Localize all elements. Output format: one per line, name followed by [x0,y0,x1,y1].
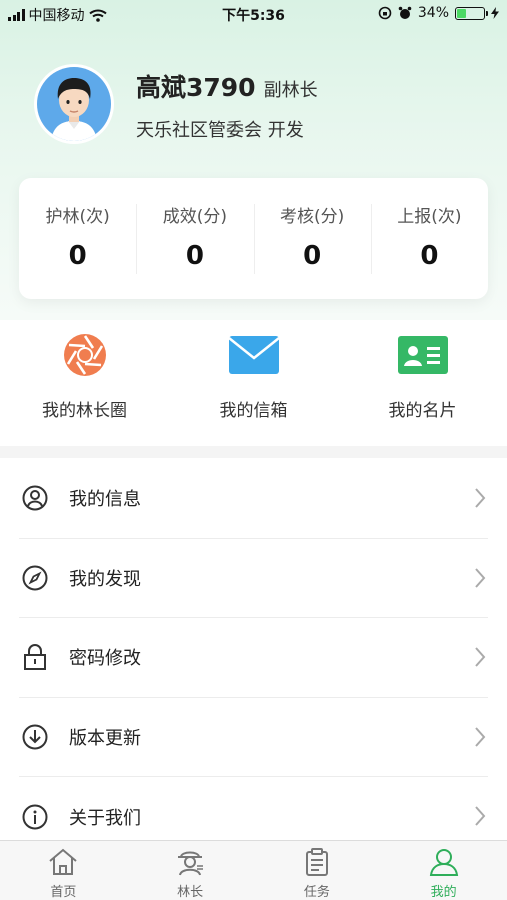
avatar[interactable] [34,64,114,144]
stat-value: 0 [68,241,87,271]
stat-value: 0 [420,241,439,271]
home-icon [49,848,78,875]
shortcut-label: 我的信箱 [219,401,288,421]
status-right: 34% [378,5,499,21]
person-icon [429,849,458,876]
bottom-tab-bar: 首页 林长 任务 我的 [0,840,507,900]
chevron-right-icon [475,647,486,667]
aperture-icon [59,330,111,380]
stat-patrol[interactable]: 护林(次) 0 [19,178,136,299]
tab-mine[interactable]: 我的 [380,841,507,900]
stat-label: 成效(分) [162,207,227,227]
alarm-icon [398,6,412,19]
settings-menu: 我的信息 我的发现 密码修改 版本更新 关于我们 [0,459,507,857]
shortcut-ranger-circle[interactable]: 我的林长圈 [0,330,169,440]
user-name: 高斌3790 [136,73,256,102]
info-icon [21,803,49,831]
chevron-right-icon [475,567,486,588]
menu-label: 我的发现 [69,568,141,590]
stat-effect[interactable]: 成效(分) 0 [136,178,253,299]
section-divider [0,446,507,458]
stat-report[interactable]: 上报(次) 0 [370,178,488,299]
ranger-icon [178,851,204,876]
stats-card: 护林(次) 0 成效(分) 0 考核(分) 0 上报(次) 0 [19,178,488,299]
user-role: 副林长 [263,80,318,101]
stat-label: 上报(次) [397,207,462,227]
rotation-lock-icon [378,6,392,20]
tab-label: 林长 [177,885,204,900]
tab-home[interactable]: 首页 [0,841,127,900]
mail-icon [228,330,280,380]
lock-icon [21,643,49,671]
menu-change-password[interactable]: 密码修改 [19,618,488,698]
menu-my-discovery[interactable]: 我的发现 [19,539,488,618]
shortcut-mailbox[interactable]: 我的信箱 [169,330,338,440]
menu-label: 密码修改 [69,648,141,670]
name-row: 高斌3790 副林长 [136,68,318,104]
chevron-right-icon [475,488,486,508]
shortcut-label: 我的名片 [388,401,457,421]
stat-assessment[interactable]: 考核(分) 0 [253,178,371,299]
charging-icon [491,7,499,19]
id-card-icon [397,330,449,380]
menu-label: 关于我们 [69,807,141,829]
battery-fill [457,8,466,18]
stat-label: 考核(分) [279,207,345,227]
chevron-right-icon [475,806,486,826]
profile-header: 高斌3790 副林长 天乐社区管委会 开发 [34,64,484,148]
battery-percent: 34% [417,5,449,21]
user-circle-icon [21,484,49,512]
user-organization: 天乐社区管委会 开发 [136,120,304,141]
tab-tasks[interactable]: 任务 [254,841,381,900]
battery-icon [455,6,488,20]
clipboard-icon [305,848,328,876]
tab-label: 首页 [50,885,77,900]
compass-icon [21,564,49,592]
avatar-image [51,78,97,141]
tab-label: 我的 [430,885,457,900]
tab-label: 任务 [303,885,330,900]
menu-label: 我的信息 [69,489,141,511]
status-bar: 中国移动 下午5:36 34% [0,0,507,28]
stat-value: 0 [303,241,322,271]
chevron-right-icon [475,726,486,747]
menu-version-update[interactable]: 版本更新 [19,698,488,777]
shortcut-business-card[interactable]: 我的名片 [338,330,507,440]
stat-value: 0 [185,241,204,271]
stat-label: 护林(次) [45,207,110,227]
shortcut-label: 我的林长圈 [42,401,127,421]
download-circle-icon [21,723,49,751]
shortcut-row: 我的林长圈 我的信箱 我的名片 [0,330,507,440]
tab-ranger[interactable]: 林长 [127,841,254,900]
menu-label: 版本更新 [69,727,141,749]
menu-my-info[interactable]: 我的信息 [19,459,488,539]
